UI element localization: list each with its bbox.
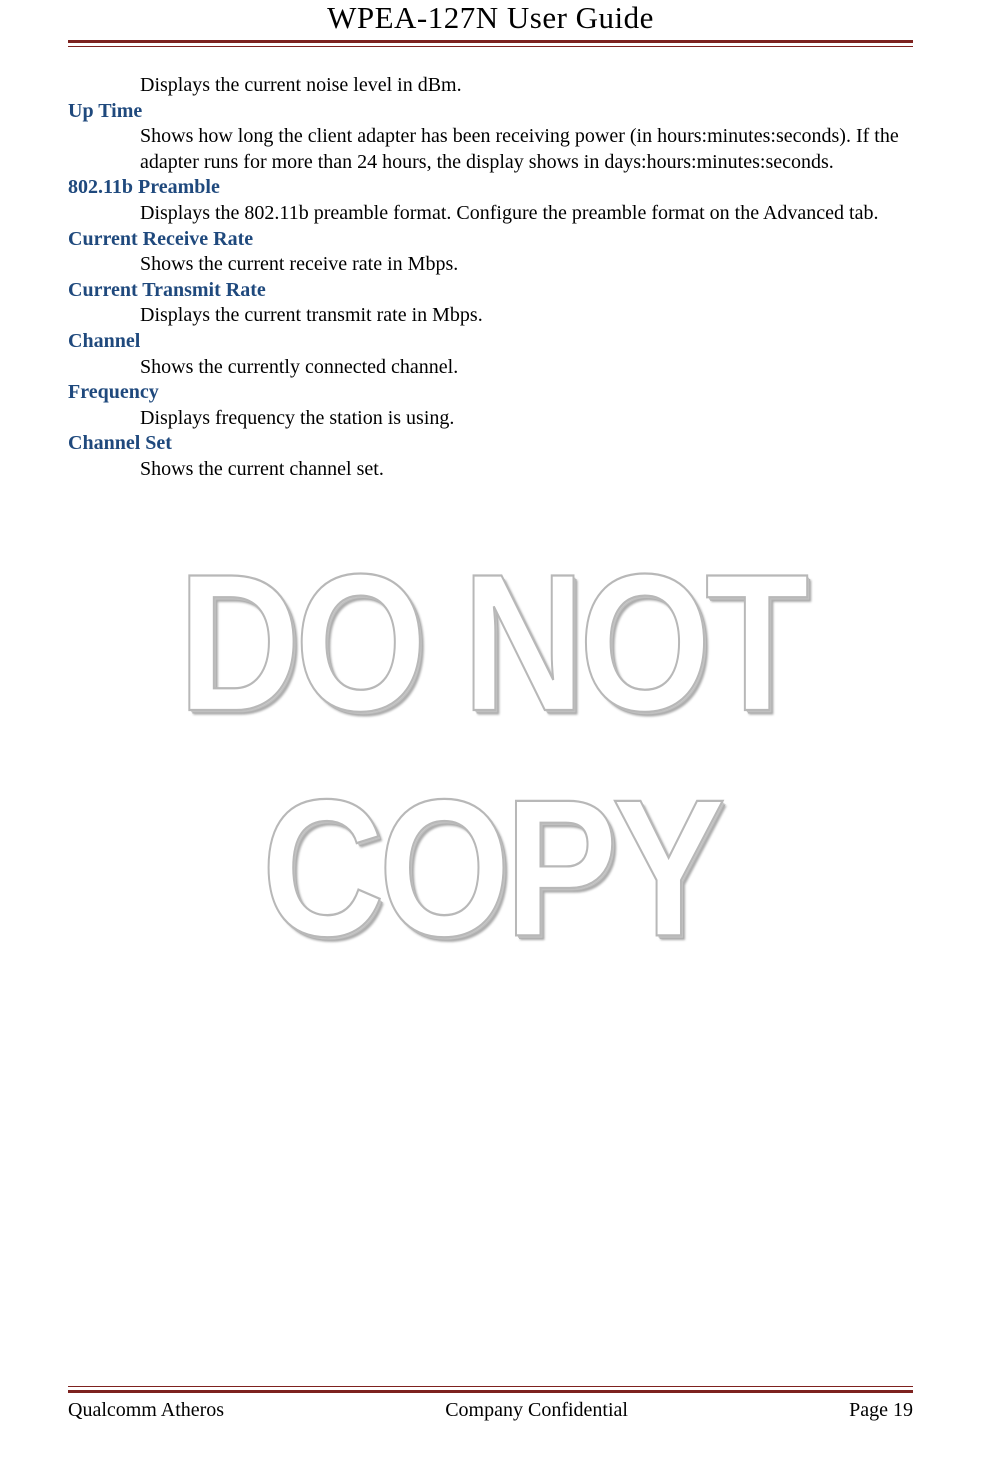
content-body: Displays the current noise level in dBm.…	[68, 73, 913, 483]
definition-term: Up Time	[68, 99, 913, 125]
definition-term: Current Receive Rate	[68, 227, 913, 253]
definition-term: Frequency	[68, 380, 913, 406]
definition-term: Channel	[68, 329, 913, 355]
footer-left: Qualcomm Atheros	[68, 1399, 224, 1422]
definition-body: Displays the 802.11b preamble format. Co…	[140, 201, 913, 227]
header-rule	[68, 40, 913, 47]
page-footer: Qualcomm Atheros Company Confidential Pa…	[68, 1386, 913, 1422]
footer-right: Page 19	[849, 1399, 913, 1422]
footer-row: Qualcomm Atheros Company Confidential Pa…	[68, 1399, 913, 1422]
definition-body: Shows the current receive rate in Mbps.	[140, 252, 913, 278]
definition-body: Displays the current transmit rate in Mb…	[140, 303, 913, 329]
definition-body: Shows the currently connected channel.	[140, 355, 913, 381]
definition-term: 802.11b Preamble	[68, 175, 913, 201]
page: WPEA-127N User Guide Displays the curren…	[0, 0, 981, 1464]
footer-rule	[68, 1386, 913, 1393]
definition-body: Displays the current noise level in dBm.	[140, 73, 913, 99]
definition-body: Displays frequency the station is using.	[140, 406, 913, 432]
watermark-text: DO NOT COPY	[0, 531, 981, 982]
definition-term: Channel Set	[68, 431, 913, 457]
definition-body: Shows the current channel set.	[140, 457, 913, 483]
footer-center: Company Confidential	[445, 1399, 628, 1422]
definition-term: Current Transmit Rate	[68, 278, 913, 304]
watermark: DO NOT COPY	[0, 560, 981, 952]
definition-body: Shows how long the client adapter has be…	[140, 124, 913, 175]
header-title: WPEA-127N User Guide	[68, 0, 913, 40]
